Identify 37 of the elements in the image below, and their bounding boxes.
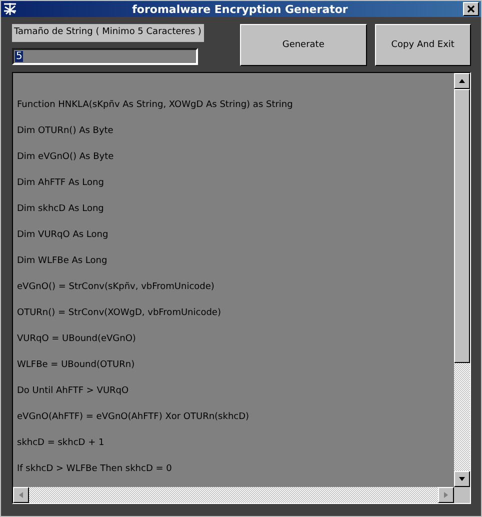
scroll-left-button[interactable] <box>13 487 29 503</box>
close-icon <box>467 5 475 13</box>
vertical-scrollbar[interactable] <box>454 73 470 487</box>
scroll-right-button[interactable] <box>438 487 454 503</box>
app-icon <box>3 2 17 16</box>
code-line: Dim VURqO As Long <box>17 229 110 242</box>
length-input[interactable]: 5 <box>12 48 198 65</box>
code-line: OTURn() = StrConv(XOWgD, vbFromUnicode) <box>17 307 222 320</box>
code-line: Dim WLFBe As Long <box>17 255 108 268</box>
left-arrow-icon <box>17 491 25 499</box>
code-line: Dim skhcD As Long <box>17 203 105 216</box>
code-line: eVGnO() = StrConv(sKpñv, vbFromUnicode) <box>17 281 216 294</box>
code-line: eVGnO(AhFTF) = eVGnO(AhFTF) Xor OTURn(skhcD) <box>17 411 250 424</box>
code-line: Dim AhFTF As Long <box>17 177 105 190</box>
length-label: Tamaño de String ( Minimo 5 Caracteres ) <box>12 24 204 42</box>
code-line: Function HNKLA(sKpñv As String, XOWgD As String) as String <box>17 99 294 112</box>
right-arrow-icon <box>442 491 450 499</box>
scroll-thumb[interactable] <box>454 89 470 363</box>
code-line: Do Until AhFTF > VURqO <box>17 385 130 398</box>
code-line: Dim eVGnO() As Byte <box>17 151 115 164</box>
code-text-area[interactable] <box>12 72 471 504</box>
generate-button[interactable]: Generate <box>240 24 367 66</box>
window-title: foromalware Encryption Generator <box>131 2 349 16</box>
copy-exit-button[interactable]: Copy And Exit <box>374 24 471 66</box>
up-arrow-icon <box>458 77 466 85</box>
code-line: VURqO = UBound(eVGnO) <box>17 333 137 346</box>
code-line: skhcD = skhcD + 1 <box>17 437 106 450</box>
code-line: If skhcD > WLFBe Then skhcD = 0 <box>17 463 173 476</box>
horizontal-scrollbar[interactable] <box>13 487 454 503</box>
scroll-down-button[interactable] <box>454 471 470 487</box>
code-line: WLFBe = UBound(OTURn) <box>17 359 136 372</box>
close-button[interactable] <box>463 2 479 16</box>
scrollbar-corner <box>454 487 470 503</box>
code-line: Dim OTURn() As Byte <box>17 125 114 138</box>
scroll-up-button[interactable] <box>454 73 470 89</box>
down-arrow-icon <box>458 475 466 483</box>
input-value: 5 <box>15 51 24 62</box>
